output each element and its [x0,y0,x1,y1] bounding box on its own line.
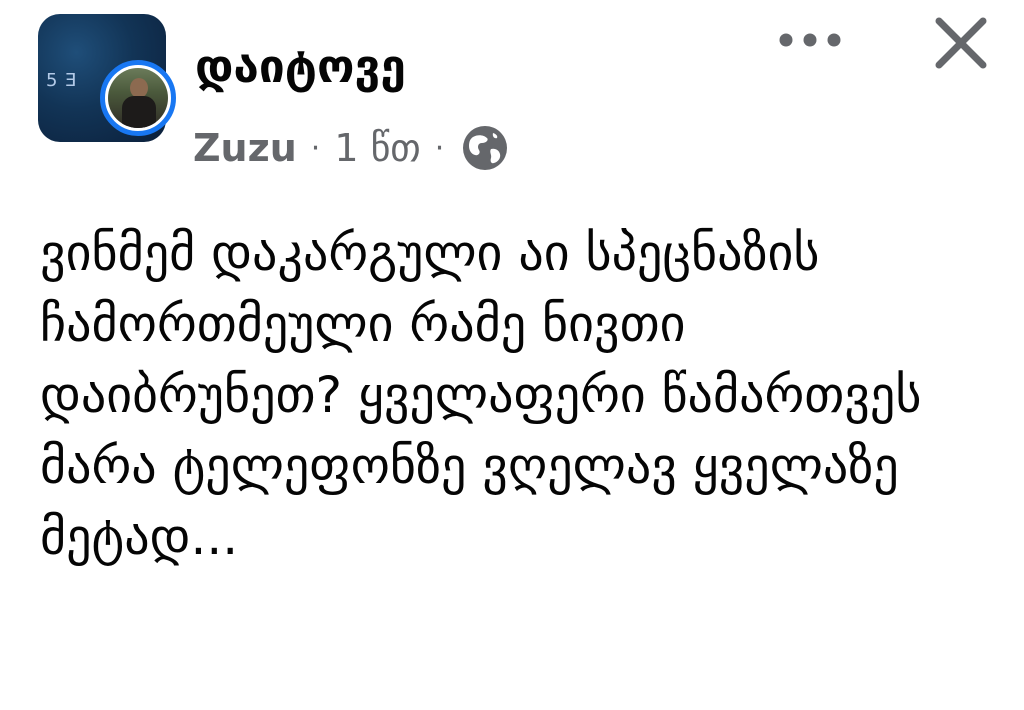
meta-separator: · [310,130,321,166]
group-avatar-chalk-text: 5 Ǝ [46,70,78,91]
author-photo-head [130,78,148,98]
meta-separator-2: · [434,130,445,166]
post-body-text: ვინმემ დაკარგული აი სპეცნაზის ჩამორთმეულ… [40,224,938,566]
avatar-stack[interactable]: 5 Ǝ [38,14,178,154]
author-photo-body [122,96,156,128]
globe-icon[interactable] [460,123,510,173]
author-photo [108,68,168,128]
close-icon [935,17,987,69]
close-button[interactable] [924,6,998,80]
post-timestamp[interactable]: 1 წთ [334,126,420,170]
post-header: 5 Ǝ დაიტოვე Zuzu · 1 წთ · [38,14,998,174]
more-horizontal-icon [779,33,841,47]
post-card: 5 Ǝ დაიტოვე Zuzu · 1 წთ · ვინმემ დაკარგუ… [0,0,1024,710]
more-options-button[interactable] [768,20,852,60]
group-name-link[interactable]: დაიტოვე [195,36,406,96]
author-name-link[interactable]: Zuzu [193,126,297,170]
post-meta: Zuzu · 1 წთ · [193,120,510,176]
author-avatar[interactable] [100,60,176,136]
